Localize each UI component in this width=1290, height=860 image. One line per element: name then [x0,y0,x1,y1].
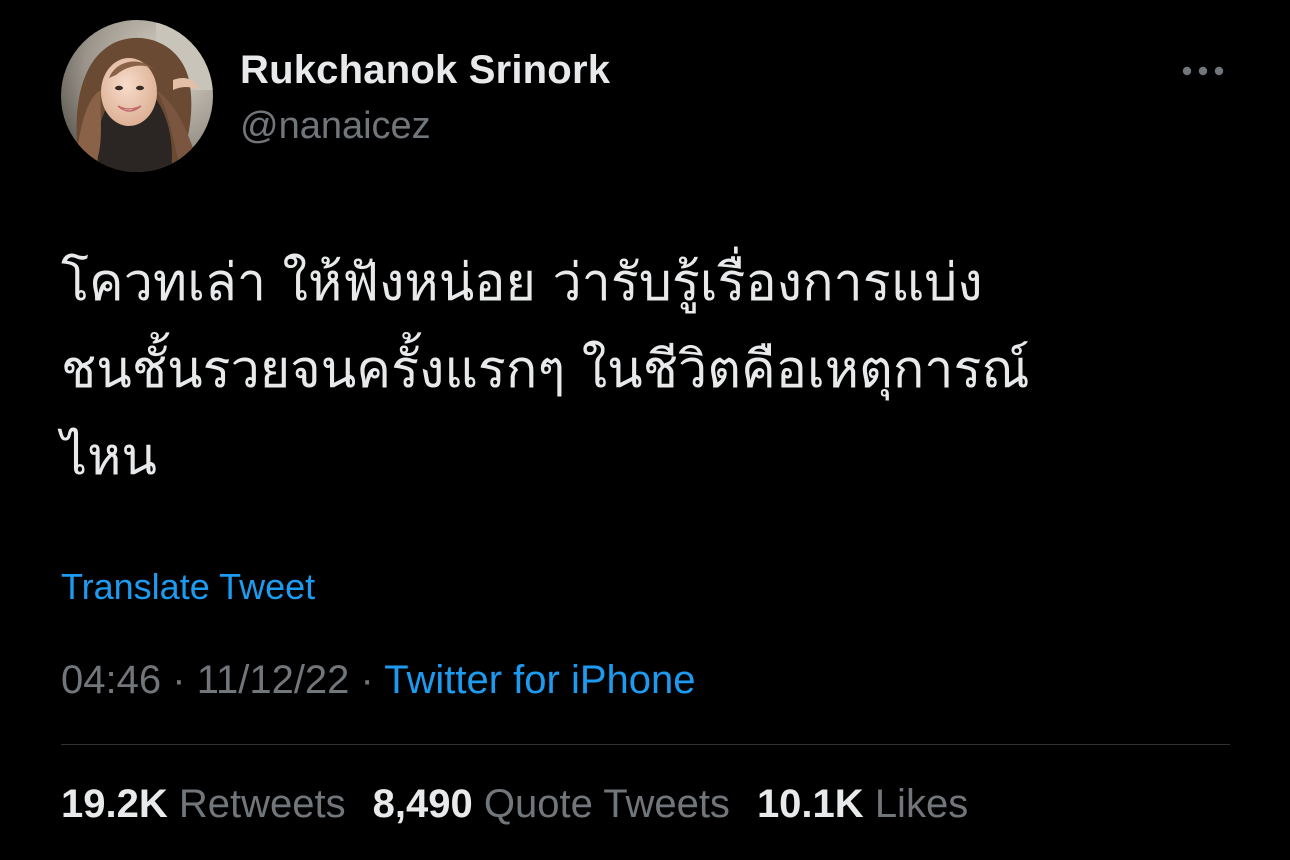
quote-tweets-stat[interactable]: 8,490 Quote Tweets [373,782,730,827]
tweet-time[interactable]: 04:46 [61,658,161,702]
more-options-button[interactable] [1176,56,1230,86]
retweets-count: 19.2K [61,782,168,826]
likes-label: Likes [874,782,969,826]
likes-stat[interactable]: 10.1K Likes [757,782,968,827]
divider [61,744,1230,745]
tweet-text: โควทเล่า ให้ฟังหน่อย ว่ารับรู้เรื่องการแ… [61,253,1030,487]
retweets-stat[interactable]: 19.2K Retweets [61,782,346,827]
likes-count: 10.1K [756,782,864,826]
meta-separator: · [360,658,374,702]
tweet-detail: Rukchanok Srinork @nanaicez โควทเล่า ให้… [0,0,1290,860]
author-handle[interactable]: @nanaicez [240,105,431,148]
engagement-stats: 19.2K Retweets 8,490 Quote Tweets 10.1K … [61,782,968,827]
author-display-name[interactable]: Rukchanok Srinork [240,48,610,93]
tweet-source-link[interactable]: Twitter for iPhone [384,658,695,702]
more-horizontal-icon [1182,66,1224,76]
tweet-date[interactable]: 11/12/22 [197,658,350,702]
translate-tweet-link[interactable]: Translate Tweet [61,566,315,608]
quote-tweets-label: Quote Tweets [483,782,730,826]
tweet-metadata: 04:46 · 11/12/22 · Twitter for iPhone [61,658,696,703]
quote-tweets-count: 8,490 [372,782,473,826]
profile-photo [61,20,213,172]
meta-separator: · [172,658,186,702]
avatar[interactable] [61,20,213,172]
retweets-label: Retweets [178,782,346,826]
